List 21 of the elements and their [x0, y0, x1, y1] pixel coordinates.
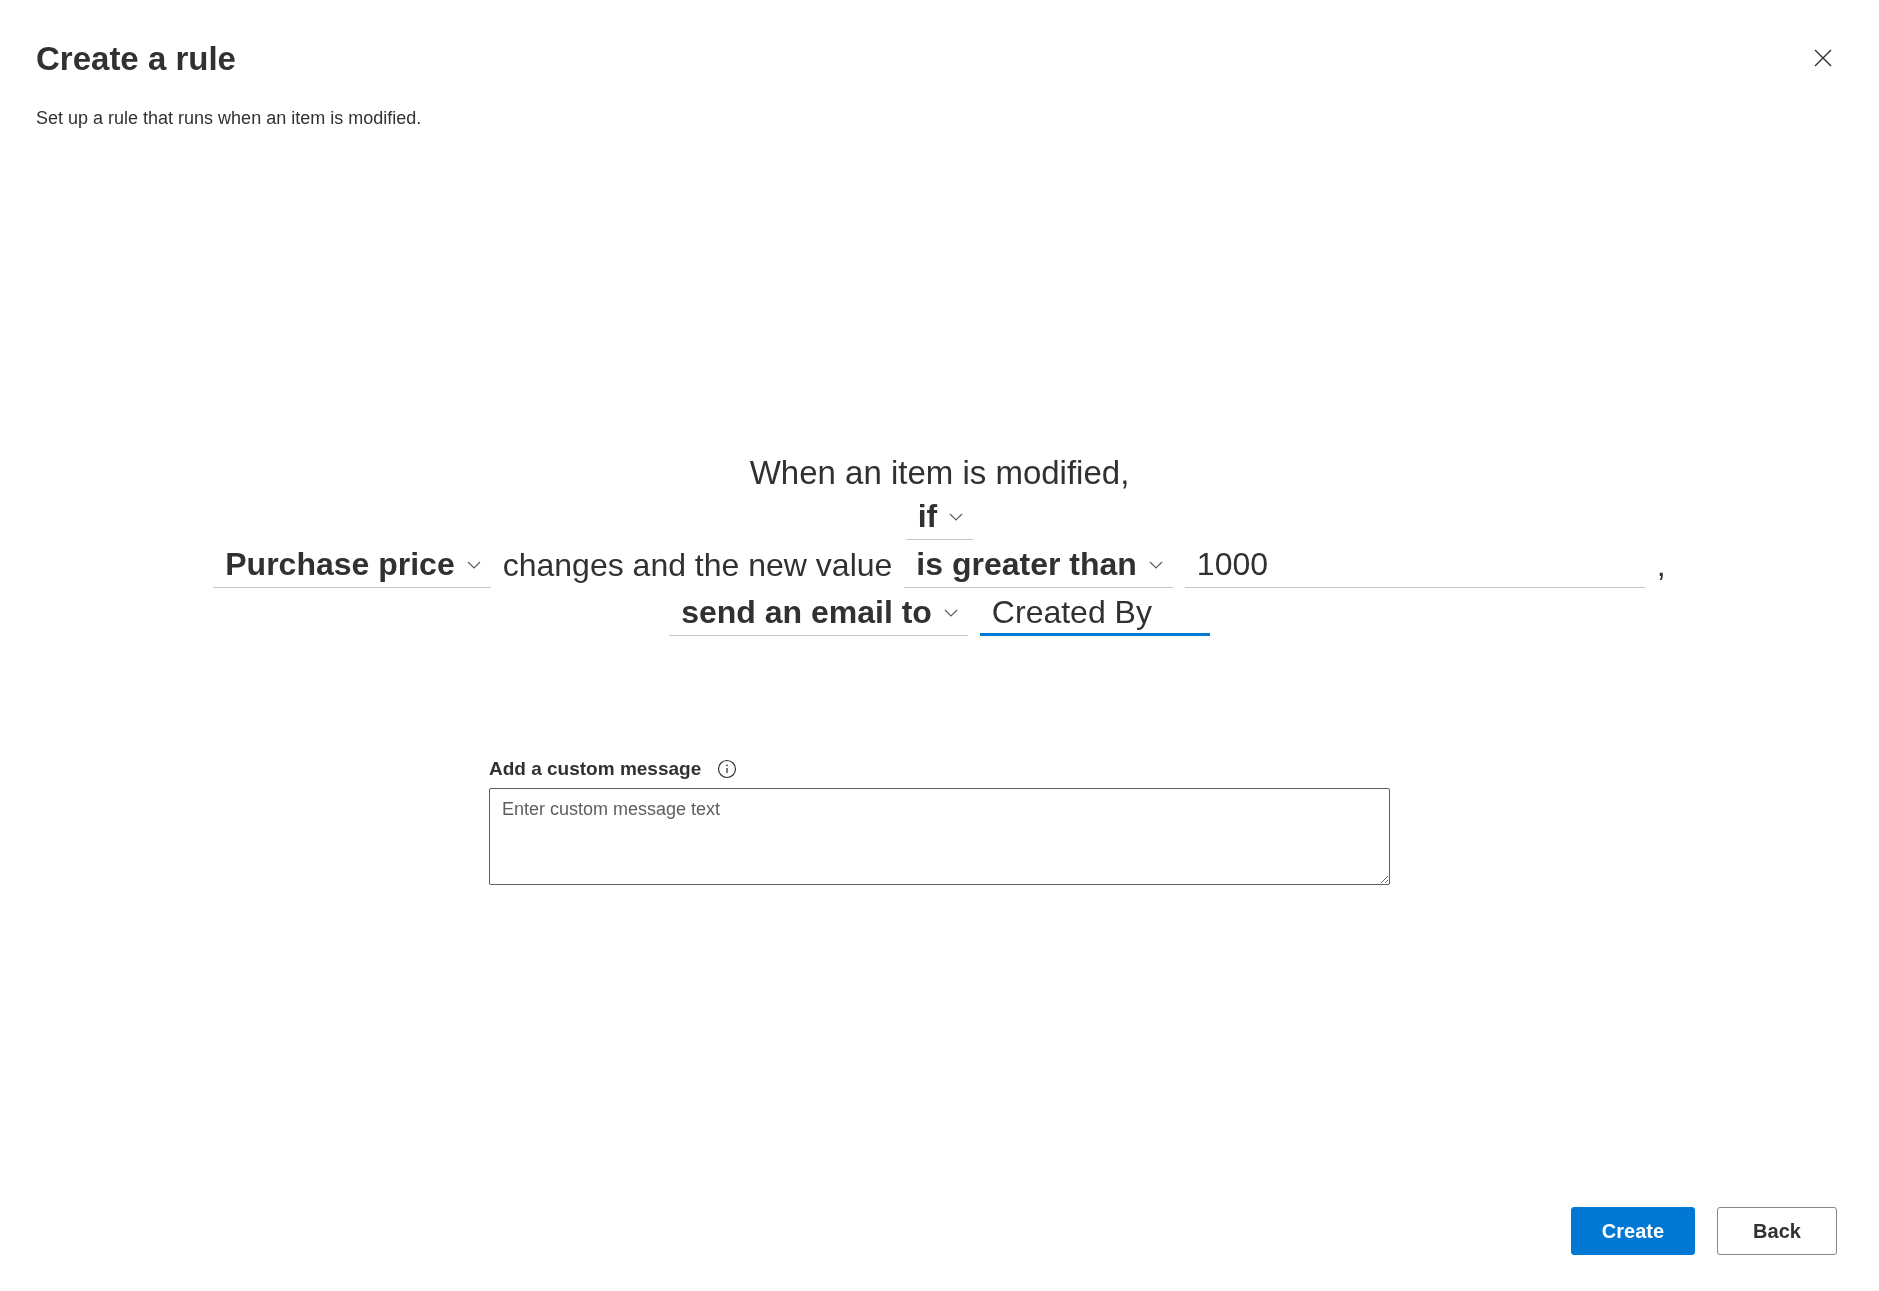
primary-button[interactable]: Create: [1571, 1207, 1695, 1255]
rule-dropdown[interactable]: send an email to: [669, 592, 968, 636]
rule-input-field[interactable]: Created By: [979, 592, 1210, 636]
chevron-down-icon: [943, 608, 958, 617]
rule-dropdown[interactable]: is greater than: [904, 544, 1173, 588]
dialog-title: Create a rule: [36, 40, 236, 78]
custom-message-label: Add a custom message: [489, 758, 702, 780]
chevron-down-icon: [1148, 560, 1163, 569]
close-icon[interactable]: [1813, 48, 1833, 68]
rule-dropdown[interactable]: if: [905, 496, 974, 540]
chevron-down-icon: [949, 512, 964, 521]
dialog-subtitle: Set up a rule that runs when an item is modified.: [36, 108, 423, 129]
info-icon[interactable]: [717, 759, 738, 779]
chevron-down-icon: [466, 560, 481, 569]
rule-text: ,: [1656, 547, 1666, 585]
rule-intro: When an item is modified,: [749, 454, 1130, 492]
secondary-button[interactable]: Back: [1717, 1207, 1837, 1255]
custom-message-field[interactable]: Enter custom message text: [489, 788, 1390, 885]
rule-text: changes and the new value: [502, 547, 893, 585]
rule-input-field[interactable]: 1000: [1184, 544, 1645, 588]
rule-dropdown[interactable]: Purchase price: [213, 544, 491, 588]
